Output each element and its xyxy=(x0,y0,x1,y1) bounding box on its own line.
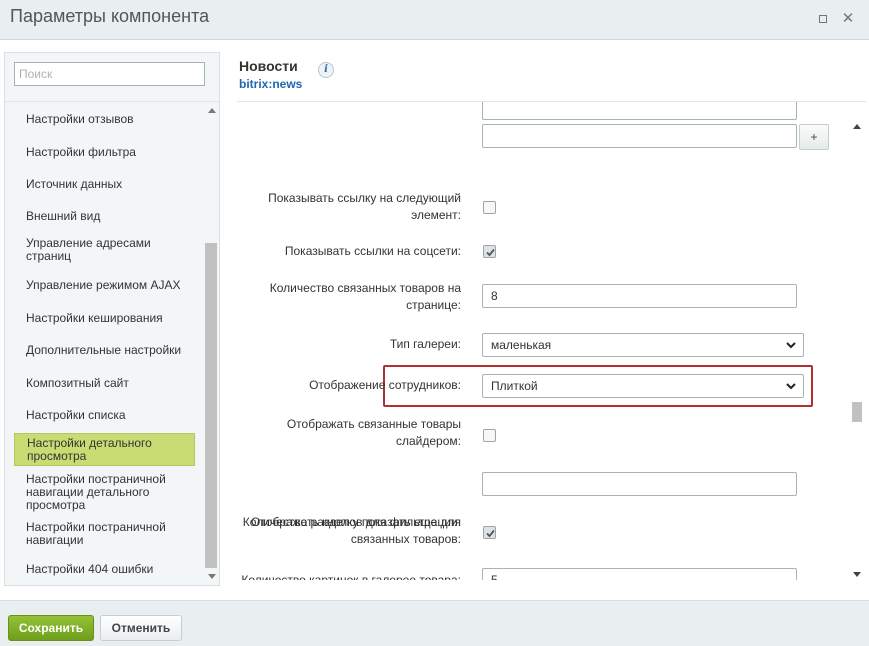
gallery-type-value: маленькая xyxy=(491,338,552,352)
gallery-type-label: Тип галереи: xyxy=(389,337,461,351)
close-icon[interactable]: ✕ xyxy=(839,10,857,28)
staff-display-select[interactable]: Плиткой xyxy=(482,374,804,398)
save-button[interactable]: Сохранить xyxy=(8,615,94,641)
chevron-down-icon xyxy=(786,383,796,390)
sidebar-item-data-source[interactable]: Источник данных xyxy=(14,176,195,193)
sidebar-item-url-management[interactable]: Управление адресами страниц xyxy=(14,236,195,264)
maximize-icon[interactable] xyxy=(814,10,832,28)
sidebar-item-404[interactable]: Настройки 404 ошибки xyxy=(14,561,195,578)
show-more-button-checkbox[interactable] xyxy=(483,526,496,539)
show-social-links-label: Показывать ссылки на соцсети: xyxy=(284,244,461,258)
filter-sections-count-input[interactable] xyxy=(482,472,797,496)
sidebar: Настройки отзывов Настройки фильтра Исто… xyxy=(4,52,220,586)
component-code: bitrix:news xyxy=(239,77,303,91)
gallery-images-count-label: Количество картинок в галерее товара: xyxy=(241,573,461,580)
sidebar-item-caching[interactable]: Настройки кеширования xyxy=(14,310,195,327)
sidebar-item-filter[interactable]: Настройки фильтра xyxy=(14,144,195,161)
cancel-button[interactable]: Отменить xyxy=(100,615,182,641)
show-social-links-checkbox[interactable] xyxy=(483,245,496,258)
scroll-down-icon[interactable] xyxy=(853,572,861,577)
related-slider-checkbox[interactable] xyxy=(483,429,496,442)
params-scrollbar[interactable] xyxy=(850,118,864,582)
add-value-button[interactable]: + xyxy=(799,124,829,150)
sidebar-item-ajax[interactable]: Управление режимом AJAX xyxy=(14,277,195,294)
sidebar-scrollbar-thumb[interactable] xyxy=(205,243,217,568)
related-count-label: Количество связанных товаров на странице… xyxy=(269,281,461,312)
sidebar-item-appearance[interactable]: Внешний вид xyxy=(14,208,195,225)
scroll-down-icon[interactable] xyxy=(208,574,216,579)
show-more-button-label: Отображать кнопку показать еще для связа… xyxy=(250,515,461,546)
multi-value-input-prev[interactable] xyxy=(482,102,797,120)
search-input[interactable] xyxy=(14,62,205,86)
gallery-type-select[interactable]: маленькая xyxy=(482,333,804,357)
dialog-content: Настройки отзывов Настройки фильтра Исто… xyxy=(0,40,869,600)
multi-value-input[interactable] xyxy=(482,124,797,148)
sidebar-item-pagination[interactable]: Настройки постраничной навигации xyxy=(14,520,195,548)
scroll-up-icon[interactable] xyxy=(853,124,861,129)
sidebar-item-composite[interactable]: Композитный сайт xyxy=(14,375,195,392)
window-title: Параметры компонента xyxy=(10,6,210,26)
window-titlebar: Параметры компонента ✕ xyxy=(0,0,869,40)
related-count-input[interactable] xyxy=(482,284,797,308)
info-icon[interactable]: i xyxy=(318,62,334,78)
sidebar-item-additional[interactable]: Дополнительные настройки xyxy=(14,342,195,359)
sidebar-item-detail-view[interactable]: Настройки детального просмотра xyxy=(14,433,195,466)
check-icon xyxy=(486,529,495,538)
sidebar-item-reviews[interactable]: Настройки отзывов xyxy=(14,111,195,128)
sidebar-divider xyxy=(5,101,219,102)
gallery-images-count-input[interactable] xyxy=(482,568,797,580)
component-name: Новости xyxy=(239,58,298,74)
dialog-footer: Сохранить Отменить xyxy=(0,600,869,646)
chevron-down-icon xyxy=(786,342,796,349)
params-scrollbar-thumb[interactable] xyxy=(852,402,862,422)
staff-display-label: Отображение сотрудников: xyxy=(309,378,461,392)
staff-display-value: Плиткой xyxy=(491,379,538,393)
parameters-panel: + Показывать ссылку на следующий элемент… xyxy=(237,102,867,580)
show-next-link-label: Показывать ссылку на следующий элемент: xyxy=(268,191,461,222)
sidebar-item-detail-pagination[interactable]: Настройки постраничной навигации детальн… xyxy=(14,471,195,513)
show-next-link-checkbox[interactable] xyxy=(483,201,496,214)
check-icon xyxy=(486,248,495,257)
scroll-up-icon[interactable] xyxy=(208,108,216,113)
related-slider-label: Отображать связанные товары слайдером: xyxy=(286,417,461,448)
sidebar-item-list[interactable]: Настройки списка xyxy=(14,407,195,424)
